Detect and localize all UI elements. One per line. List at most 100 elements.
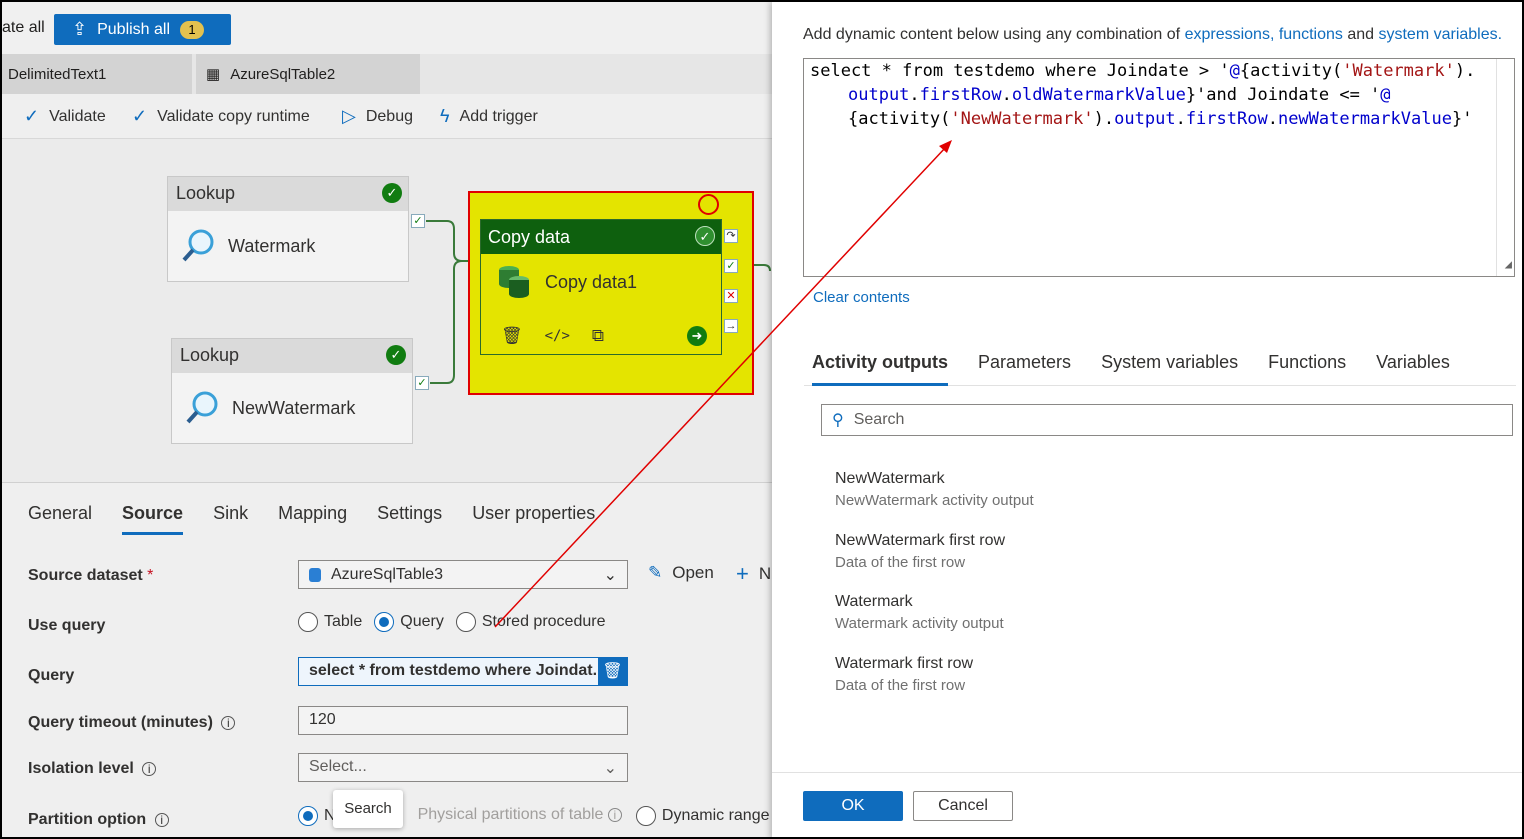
query-input[interactable]: select * from testdemo where Joindat... … <box>298 657 628 686</box>
expression-line-1: select * from testdemo where Joindate > … <box>810 59 1508 83</box>
list-item-subtitle: Watermark activity output <box>835 615 1004 632</box>
radio-stored-procedure[interactable]: Stored procedure <box>455 612 605 632</box>
expr-string: 'Watermark' <box>1342 61 1455 81</box>
debug-button[interactable]: ▷ Debug <box>342 106 413 127</box>
info-icon[interactable]: i <box>221 716 236 730</box>
expr-text: {activity( <box>1239 61 1343 81</box>
ok-button[interactable]: OK <box>803 791 903 821</box>
properties-panel: General Source Sink Mapping Settings Use… <box>2 482 772 837</box>
expressions-link[interactable]: expressions, <box>1185 26 1275 43</box>
new-dataset-button[interactable]: + N <box>736 561 771 587</box>
tab-variables[interactable]: Variables <box>1376 352 1450 385</box>
tab-sink[interactable]: Sink <box>213 503 248 535</box>
activity-type-label: Copy data <box>488 227 571 247</box>
radio-query[interactable]: Query <box>374 612 444 632</box>
tab-delimitedtext1[interactable]: DelimitedText1 <box>2 54 192 94</box>
radio-table[interactable]: Table <box>298 612 362 632</box>
properties-tabs: General Source Sink Mapping Settings Use… <box>28 503 625 535</box>
list-item-watermark[interactable]: Watermark Watermark activity output <box>835 593 1004 632</box>
pane-footer-divider <box>772 772 1522 773</box>
tab-general[interactable]: General <box>28 503 92 535</box>
tab-source[interactable]: Source <box>122 503 184 535</box>
delete-icon[interactable]: 🗑 <box>501 326 523 346</box>
expr-text: . <box>1001 85 1012 105</box>
tab-parameters[interactable]: Parameters <box>978 352 1071 385</box>
tab-mapping[interactable]: Mapping <box>278 503 347 535</box>
radio-partition-none[interactable]: N <box>298 806 336 826</box>
check-icon: ✓ <box>132 106 148 126</box>
activity-name: NewWatermark <box>232 397 356 418</box>
completion-port[interactable]: → <box>724 319 738 333</box>
radio-label: Table <box>324 613 363 631</box>
partition-option-label: Partition option <box>28 811 147 828</box>
info-icon[interactable]: i <box>154 813 169 827</box>
radio-label: Dynamic range <box>661 807 770 825</box>
tab-user-properties[interactable]: User properties <box>472 503 595 535</box>
source-dataset-dropdown[interactable]: AzureSqlTable3 ⌄ <box>298 560 628 589</box>
scrollbar[interactable] <box>1496 59 1514 276</box>
list-item-subtitle: NewWatermark activity output <box>835 492 1034 509</box>
open-dataset-button[interactable]: ✎ Open <box>648 563 714 583</box>
info-icon[interactable]: i <box>142 762 157 776</box>
failure-port[interactable]: ✕ <box>724 289 738 303</box>
activity-type-label: Lookup <box>180 345 240 365</box>
list-item-watermark-first-row[interactable]: Watermark first row Data of the first ro… <box>835 655 973 694</box>
copy-data-activity[interactable]: Copy data ✓ Copy data1 🗑 </> ⧉ ➜ <box>480 219 722 355</box>
tab-system-variables[interactable]: System variables <box>1101 352 1238 385</box>
success-port[interactable]: ✓ <box>411 214 425 228</box>
functions-link[interactable]: functions <box>1279 26 1343 43</box>
expr-prop: output <box>1114 109 1176 129</box>
validate-all-button[interactable]: ate all <box>2 19 45 37</box>
radio-physical-partitions[interactable]: Physical partitions of table i <box>418 806 622 826</box>
clear-contents-link[interactable]: Clear contents <box>813 289 910 306</box>
use-query-radio-group: Table Query Stored procedure <box>298 612 605 632</box>
activity-name: Watermark <box>228 235 316 256</box>
activity-header: Lookup ✓ <box>172 339 412 373</box>
add-trigger-button[interactable]: ϟ Add trigger <box>440 106 538 127</box>
lookup-magnifier-icon <box>182 229 214 262</box>
expr-string: 'NewWatermark' <box>950 109 1094 129</box>
success-port[interactable]: ✓ <box>724 259 738 273</box>
list-item-subtitle: Data of the first row <box>835 677 966 694</box>
system-variables-link[interactable]: system variables. <box>1378 26 1502 43</box>
skip-port[interactable]: ↷ <box>724 229 738 243</box>
tab-settings[interactable]: Settings <box>377 503 442 535</box>
code-icon[interactable]: </> <box>545 328 570 344</box>
chevron-down-icon: ⌄ <box>603 566 617 584</box>
success-port[interactable]: ✓ <box>415 376 429 390</box>
annotation-red-circle <box>698 194 719 215</box>
trash-icon[interactable]: 🗑 <box>598 658 627 685</box>
validate-copy-runtime-button[interactable]: ✓ Validate copy runtime <box>132 106 310 127</box>
publish-all-label: Publish all <box>97 20 171 38</box>
tab-azuresqltable2[interactable]: ▦ AzureSqlTable2 <box>196 54 420 94</box>
publish-all-button[interactable]: ⇪ Publish all 1 <box>54 14 231 45</box>
pipeline-canvas[interactable]: Lookup ✓ Watermark ✓ Lookup ✓ NewWaterma… <box>2 139 772 482</box>
radio-dynamic-range[interactable]: Dynamic range <box>635 806 770 826</box>
check-icon: ✓ <box>24 106 40 126</box>
tab-activity-outputs[interactable]: Activity outputs <box>812 352 949 386</box>
search-icon: ⚲ <box>832 412 844 429</box>
resize-handle-icon[interactable]: ◢ <box>1505 252 1512 276</box>
validate-label: Validate <box>49 107 106 125</box>
source-dataset-label: Source dataset <box>28 567 143 584</box>
tab-functions[interactable]: Functions <box>1268 352 1346 385</box>
clone-icon[interactable]: ⧉ <box>592 326 604 346</box>
activity-body: Copy data1 <box>481 254 721 310</box>
isolation-level-dropdown[interactable]: Select... ⌄ <box>298 753 628 782</box>
lookup-watermark-activity[interactable]: Lookup ✓ Watermark <box>167 176 409 282</box>
validate-button[interactable]: ✓ Validate <box>24 106 106 127</box>
add-trigger-label: Add trigger <box>459 107 538 125</box>
list-item-newwatermark[interactable]: NewWatermark NewWatermark activity outpu… <box>835 470 1034 509</box>
lookup-newwatermark-activity[interactable]: Lookup ✓ NewWatermark <box>171 338 413 444</box>
expr-prop: newWatermarkValue <box>1277 109 1452 129</box>
copy-database-icon <box>499 266 529 298</box>
expression-editor[interactable]: select * from testdemo where Joindate > … <box>803 58 1515 277</box>
cancel-button[interactable]: Cancel <box>913 791 1013 821</box>
go-arrow-icon[interactable]: ➜ <box>687 326 707 346</box>
query-timeout-input[interactable]: 120 <box>298 706 628 735</box>
list-item-newwatermark-first-row[interactable]: NewWatermark first row Data of the first… <box>835 532 1005 571</box>
top-bar: ate all ⇪ Publish all 1 <box>2 2 772 54</box>
isolation-level-label-row: Isolation level i <box>28 760 157 778</box>
expr-prop: firstRow <box>919 85 1002 105</box>
search-input[interactable]: ⚲ Search <box>821 404 1513 436</box>
